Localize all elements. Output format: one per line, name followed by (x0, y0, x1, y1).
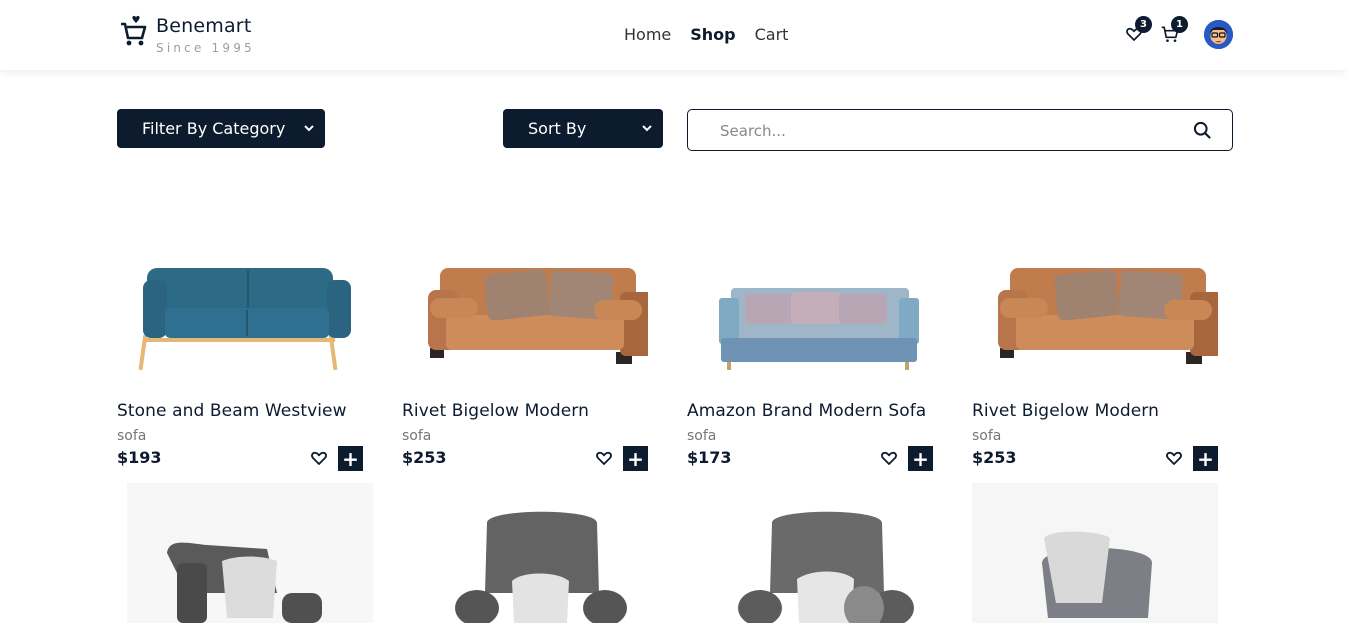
product-category: sofa (687, 428, 717, 444)
product-card[interactable]: Stone and Beam Westview sofa $193 + (117, 230, 363, 471)
avatar-face-icon (1204, 19, 1233, 49)
search-input[interactable] (718, 120, 1162, 142)
nav-home-link[interactable]: Home (624, 24, 671, 46)
product-price: $173 (687, 448, 732, 467)
heart-icon[interactable] (1165, 449, 1183, 467)
sort-by-select[interactable]: Sort By (503, 109, 663, 148)
add-to-cart-button[interactable]: + (908, 446, 933, 471)
product-category: sofa (972, 428, 1002, 444)
product-image[interactable] (127, 483, 373, 623)
product-category: sofa (402, 428, 432, 444)
product-footer: $193 + (117, 446, 363, 471)
plus-icon: + (627, 446, 644, 471)
plus-icon: + (1197, 446, 1214, 471)
product-image[interactable] (117, 230, 363, 390)
product-title[interactable]: Rivet Bigelow Modern (402, 400, 648, 422)
add-to-cart-button[interactable]: + (623, 446, 648, 471)
chevron-down-icon (304, 125, 314, 132)
header-actions: 3 1 (1122, 16, 1233, 50)
category-filter-label: Filter By Category (142, 119, 286, 138)
search-icon[interactable] (1192, 120, 1212, 140)
product-price: $253 (402, 448, 447, 467)
product-category: sofa (117, 428, 147, 444)
cart-button[interactable]: 1 (1158, 16, 1188, 50)
main-nav: Home Shop Cart (624, 24, 788, 46)
nav-cart-link[interactable]: Cart (755, 24, 789, 46)
product-title[interactable]: Amazon Brand Modern Sofa (687, 400, 933, 422)
product-image[interactable] (972, 230, 1224, 390)
sort-by-label: Sort By (528, 119, 587, 138)
product-image[interactable] (402, 230, 654, 390)
product-card[interactable]: Amazon Brand Modern Sofa sofa $173 + (687, 230, 933, 471)
search-box (687, 109, 1233, 151)
wishlist-count-badge: 3 (1135, 16, 1152, 33)
cart-count-badge: 1 (1171, 16, 1188, 33)
product-price: $193 (117, 448, 162, 467)
product-card[interactable]: Rivet Bigelow Modern sofa $253 + (402, 230, 654, 471)
category-filter-select[interactable]: Filter By Category (117, 109, 325, 148)
brand-tagline: Since 1995 (156, 41, 255, 55)
product-title[interactable]: Rivet Bigelow Modern (972, 400, 1218, 422)
cart-heart-icon (121, 15, 147, 46)
product-footer: $173 + (687, 446, 933, 471)
user-avatar[interactable] (1204, 19, 1233, 49)
shop-toolbar: Filter By Category Sort By (117, 109, 1233, 151)
nav-shop-link[interactable]: Shop (690, 24, 735, 46)
wishlist-button[interactable]: 3 (1122, 16, 1152, 50)
chevron-down-icon (642, 125, 652, 132)
plus-icon: + (912, 446, 929, 471)
heart-icon[interactable] (310, 449, 328, 467)
product-card[interactable]: Rivet Bigelow Modern sofa $253 + (972, 230, 1224, 471)
heart-icon[interactable] (880, 449, 898, 467)
product-footer: $253 + (972, 446, 1218, 471)
site-header: Benemart Since 1995 Home Shop Cart 3 1 (0, 0, 1346, 70)
heart-icon[interactable] (595, 449, 613, 467)
product-footer: $253 + (402, 446, 648, 471)
add-to-cart-button[interactable]: + (338, 446, 363, 471)
product-image[interactable] (702, 483, 948, 627)
product-title[interactable]: Stone and Beam Westview (117, 400, 363, 422)
product-image[interactable] (972, 483, 1218, 623)
brand-logo[interactable]: Benemart Since 1995 (118, 14, 255, 56)
product-image[interactable] (417, 483, 663, 626)
product-image[interactable] (687, 230, 933, 390)
brand-name: Benemart (156, 15, 252, 37)
product-price: $253 (972, 448, 1017, 467)
add-to-cart-button[interactable]: + (1193, 446, 1218, 471)
plus-icon: + (342, 446, 359, 471)
